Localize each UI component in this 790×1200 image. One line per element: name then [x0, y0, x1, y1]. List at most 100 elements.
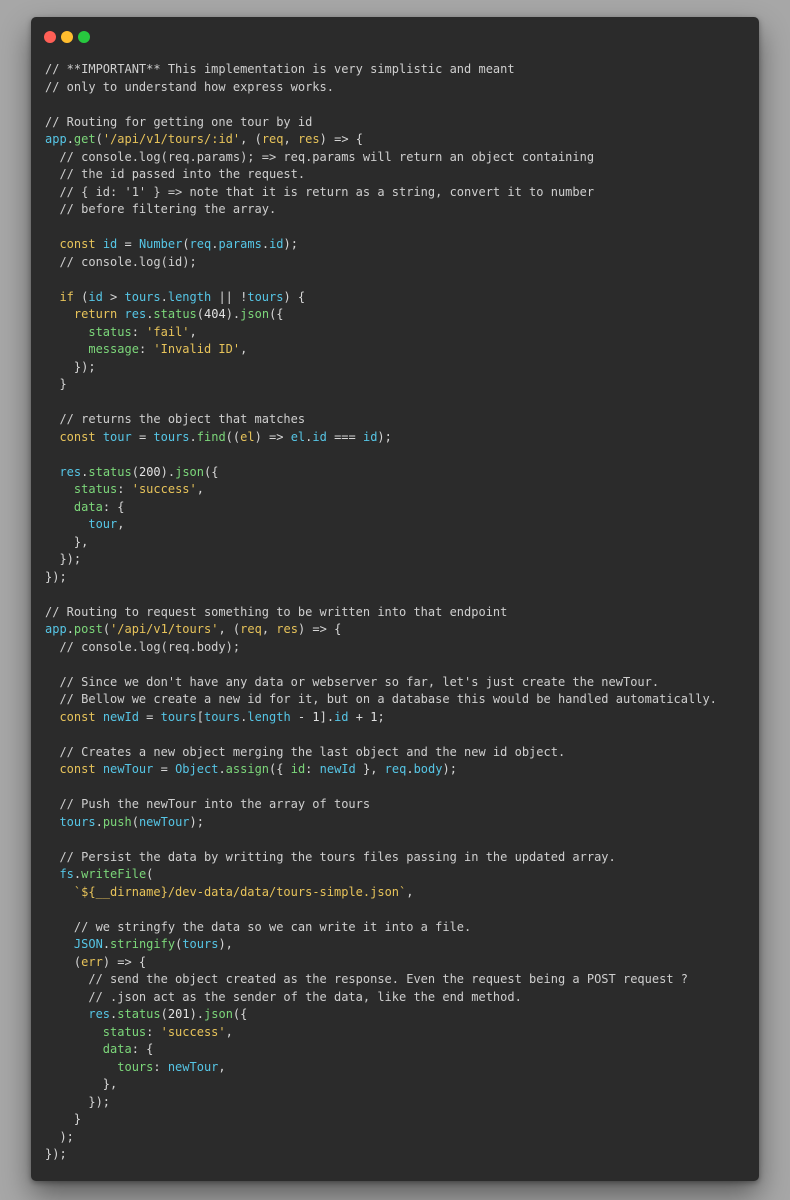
code-line: if (id > tours.length || !tours) {: [45, 289, 717, 307]
code-token-ident: tours: [182, 937, 219, 951]
code-token-plain: ) => {: [319, 132, 363, 146]
code-token-comment: // we stringfy the data so we can write …: [45, 919, 472, 934]
code-token-plain: }: [45, 1112, 82, 1126]
code-token-ident: length: [167, 289, 212, 304]
code-token-plain: ) => {: [102, 954, 147, 969]
code-token-plain: );: [442, 762, 457, 776]
code-token-plain: (: [131, 464, 139, 479]
code-line: app.post('/api/v1/tours', (req, res) => …: [45, 621, 717, 639]
code-token-param: el: [240, 429, 255, 444]
code-line: res.status(200).json({: [45, 464, 717, 482]
code-line: // Since we don't have any data or webse…: [45, 674, 717, 692]
code-line: // returns the object that matches: [45, 411, 717, 429]
code-token-string: 'Invalid ID': [153, 342, 241, 356]
code-line: // Push the newTour into the array of to…: [45, 796, 717, 814]
code-token-plain: .: [406, 762, 414, 776]
minimize-window-button[interactable]: [61, 31, 73, 43]
close-window-button[interactable]: [44, 31, 56, 43]
code-token-ident: id: [102, 237, 118, 251]
code-line: // before filtering the array.: [45, 201, 717, 219]
code-window: // **IMPORTANT** This implementation is …: [31, 17, 759, 1181]
code-line: const newTour = Object.assign({ id: newI…: [45, 761, 717, 779]
code-token-string: '/api/v1/tours/:id': [102, 132, 241, 146]
code-line: // Persist the data by writting the tour…: [45, 849, 717, 867]
code-token-plain: || !: [211, 289, 248, 304]
code-token-plain: ===: [326, 429, 363, 444]
code-line: // the id passed into the request.: [45, 166, 717, 184]
code-token-ident: tours: [124, 289, 161, 304]
code-token-plain: .: [160, 289, 168, 304]
code-token-plain: },: [45, 1077, 118, 1091]
code-token-number: 201: [167, 1007, 190, 1021]
code-line: const tour = tours.find((el) => el.id ==…: [45, 429, 717, 447]
code-line: // Bellow we create a new id for it, but…: [45, 691, 716, 709]
code-token-plain: .: [102, 937, 111, 951]
code-token-comment: // send the object created as the respon…: [45, 972, 688, 986]
code-token-comment: // Since we don't have any data or webse…: [45, 674, 660, 689]
zoom-window-button[interactable]: [78, 31, 90, 43]
code-line: },: [45, 1076, 717, 1094]
code-token-plain: );: [189, 814, 204, 829]
code-token-plain: ,: [196, 482, 204, 496]
code-token-prop: id: [290, 762, 306, 776]
code-token-plain: },: [45, 534, 89, 549]
code-token-prop: writeFile: [81, 867, 147, 881]
code-line: status: 'success',: [45, 481, 717, 499]
code-line: // { id: '1' } => note that it is return…: [45, 184, 717, 202]
code-token-ident: tour: [88, 517, 118, 531]
code-token-ident: newTour: [167, 1059, 219, 1074]
code-token-ident: res: [59, 464, 82, 479]
code-token-plain: :: [153, 1059, 168, 1074]
code-token-plain: (: [131, 814, 139, 829]
code-line: JSON.stringify(tours),: [45, 936, 717, 954]
code-token-plain: ).: [160, 464, 176, 479]
code-token-param: res: [276, 622, 298, 636]
code-token-plain: +: [348, 709, 371, 724]
code-token-plain: :: [138, 342, 154, 356]
code-token-keyword: const: [59, 237, 96, 251]
code-token-plain: },: [355, 762, 385, 776]
code-token-prop: json: [204, 1007, 233, 1021]
code-token-prop: data: [102, 1042, 132, 1056]
code-token-param: err: [81, 954, 103, 969]
code-token-plain: .: [218, 762, 226, 776]
code-token-plain: (: [95, 132, 103, 146]
code-token-plain: });: [45, 1147, 67, 1161]
code-token-plain: ({: [204, 464, 219, 479]
code-line: });: [45, 1094, 717, 1112]
code-token-comment: // before filtering the array.: [45, 202, 277, 216]
code-token-comment: // Routing for getting one tour by id: [45, 114, 313, 129]
code-token-comment: // .json act as the sender of the data, …: [45, 989, 522, 1004]
code-token-prop: status: [88, 464, 132, 479]
code-token-plain: =: [131, 429, 154, 444]
code-token-param: req: [261, 132, 284, 146]
code-line: app.get('/api/v1/tours/:id', (req, res) …: [45, 131, 717, 149]
code-token-comment: // returns the object that matches: [45, 412, 306, 426]
code-token-ident: newTour: [138, 814, 190, 829]
code-token-ident: req: [189, 237, 212, 251]
code-token-string: 'success': [160, 1024, 226, 1039]
code-line: // **IMPORTANT** This implementation is …: [45, 61, 717, 79]
code-token-plain: (: [182, 237, 190, 251]
code-line: // only to understand how express works.: [45, 79, 717, 97]
code-line: }: [45, 1111, 717, 1129]
code-token-comment: // console.log(req.params); => req.param…: [45, 149, 595, 164]
code-line: // send the object created as the respon…: [45, 971, 717, 989]
code-token-ident: app: [45, 622, 67, 636]
